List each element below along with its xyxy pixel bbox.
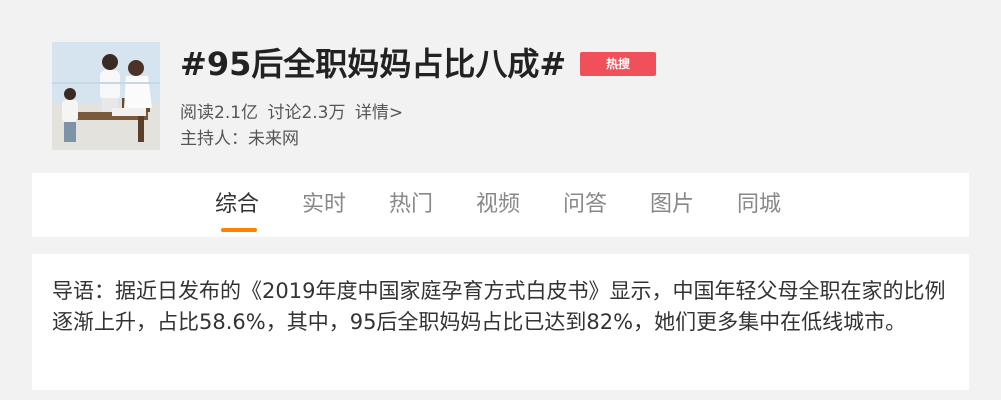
tab-label: 图片 xyxy=(650,192,695,217)
tab-label: 问答 xyxy=(563,192,608,217)
topic-header: #95后全职妈妈占比八成# 热搜 阅读2.1亿 讨论2.3万 详情> 主持人：未… xyxy=(52,42,952,154)
topic-title: #95后全职妈妈占比八成# xyxy=(180,45,567,83)
tab-label: 视频 xyxy=(476,192,521,217)
tab-comprehensive[interactable]: 综合 xyxy=(215,173,302,237)
tab-qa[interactable]: 问答 xyxy=(563,173,650,237)
family-photo-icon xyxy=(52,42,160,150)
tab-video[interactable]: 视频 xyxy=(476,173,563,237)
tab-local[interactable]: 同城 xyxy=(737,173,824,237)
tab-realtime[interactable]: 实时 xyxy=(302,173,389,237)
tab-label: 同城 xyxy=(737,192,782,217)
tab-label: 综合 xyxy=(215,192,260,217)
tab-label: 热门 xyxy=(389,192,434,217)
discussion-count: 讨论2.3万 xyxy=(267,103,346,123)
hot-badge[interactable]: 热搜 xyxy=(580,52,656,76)
read-count: 阅读2.1亿 xyxy=(180,103,259,123)
topic-cover-image[interactable] xyxy=(52,42,160,150)
intro-text: 导语：据近日发布的《2019年度中国家庭孕育方式白皮书》显示，中国年轻父母全职在… xyxy=(52,279,946,334)
topic-page: #95后全职妈妈占比八成# 热搜 阅读2.1亿 讨论2.3万 详情> 主持人：未… xyxy=(0,0,1001,400)
tabs-bar: 综合 实时 热门 视频 问答 图片 同城 xyxy=(32,173,969,237)
details-link[interactable]: 详情> xyxy=(355,103,403,123)
tab-popular[interactable]: 热门 xyxy=(389,173,476,237)
topic-host: 主持人：未来网 xyxy=(180,129,299,149)
tab-label: 实时 xyxy=(302,192,347,217)
active-tab-indicator xyxy=(221,228,257,232)
topic-stats: 阅读2.1亿 讨论2.3万 详情> xyxy=(180,102,403,124)
tab-list: 综合 实时 热门 视频 问答 图片 同城 xyxy=(215,173,824,237)
intro-card: 导语：据近日发布的《2019年度中国家庭孕育方式白皮书》显示，中国年轻父母全职在… xyxy=(32,254,969,390)
tab-images[interactable]: 图片 xyxy=(650,173,737,237)
